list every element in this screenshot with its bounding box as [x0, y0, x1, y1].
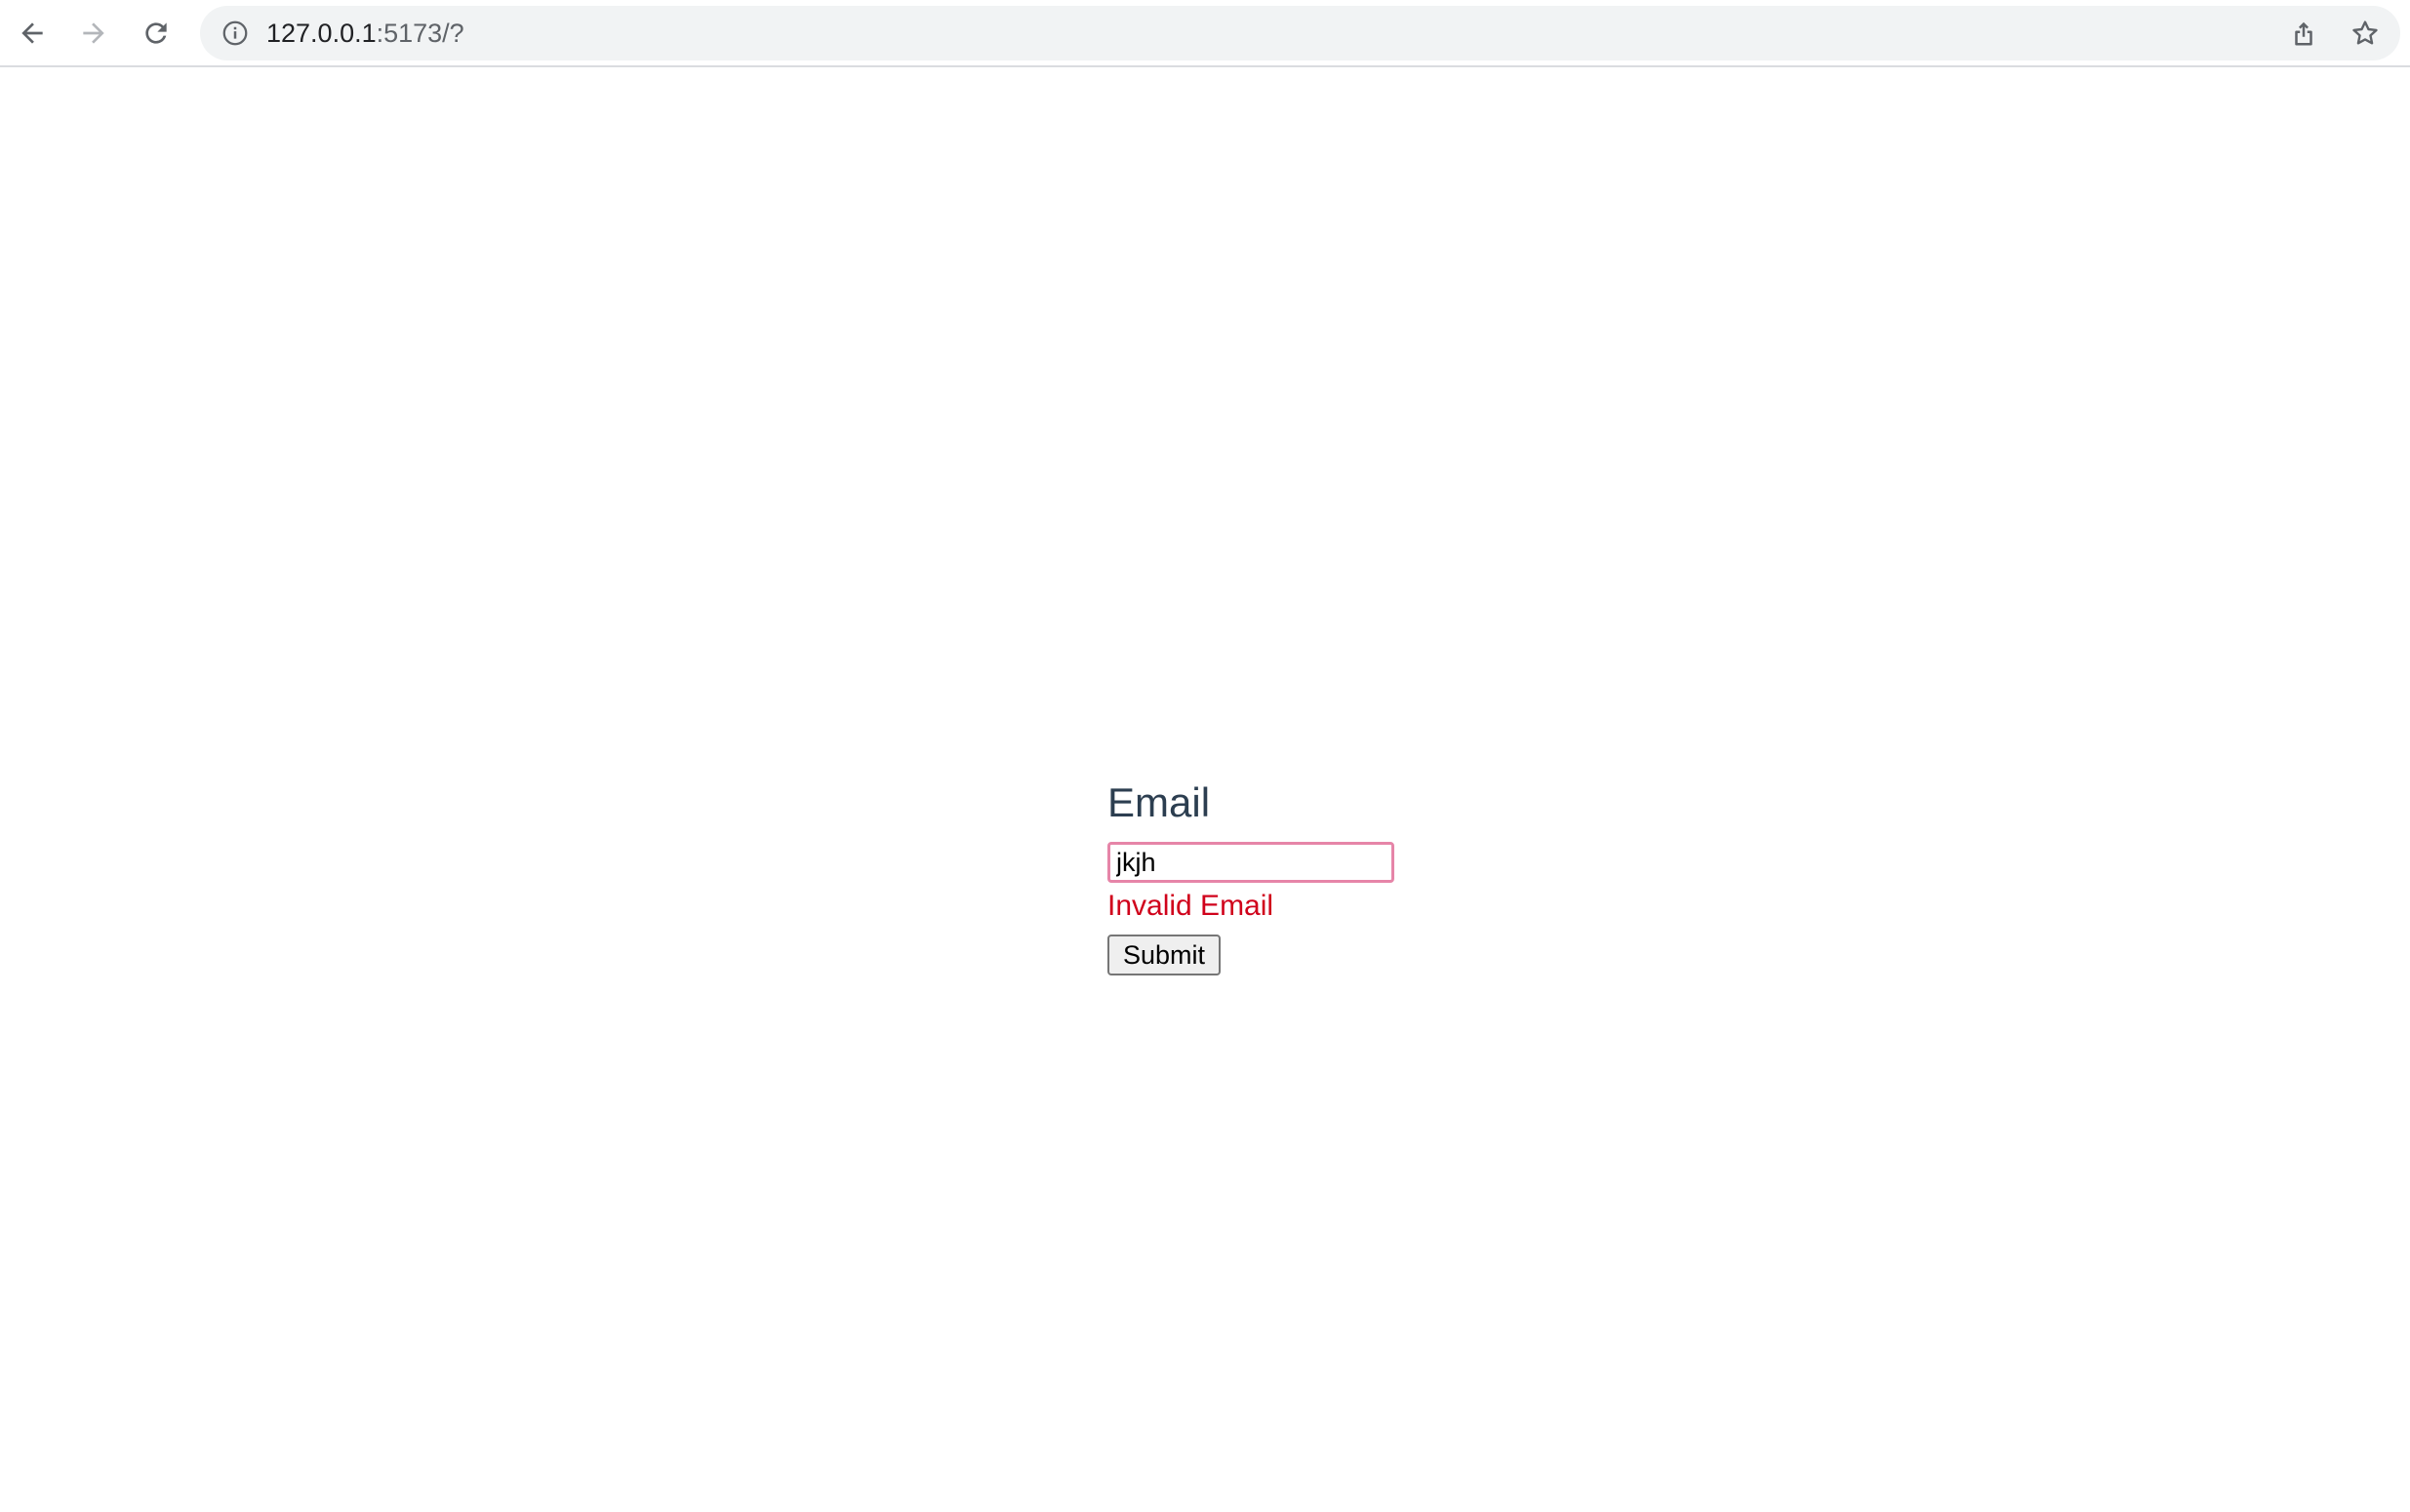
reload-icon — [145, 22, 167, 44]
back-arrow-icon — [21, 22, 43, 44]
forward-button[interactable] — [72, 12, 115, 55]
email-label: Email — [1107, 779, 1211, 825]
url-path: :5173/? — [376, 19, 464, 48]
forward-arrow-icon — [83, 22, 104, 44]
star-icon — [2352, 20, 2378, 45]
url-host: 127.0.0.1 — [266, 19, 377, 48]
url-text[interactable]: 127.0.0.1:5173/? — [266, 6, 464, 60]
submit-button[interactable]: Submit — [1107, 935, 1222, 975]
share-icon — [2295, 21, 2312, 46]
back-button[interactable] — [11, 12, 54, 55]
email-input[interactable] — [1107, 842, 1394, 883]
reload-button[interactable] — [135, 12, 178, 55]
share-button[interactable] — [2284, 14, 2323, 53]
bookmark-button[interactable] — [2346, 14, 2385, 53]
info-icon[interactable] — [220, 18, 251, 49]
error-message: Invalid Email — [1107, 890, 1274, 922]
address-bar[interactable]: 127.0.0.1:5173/? — [200, 6, 2400, 60]
browser-toolbar: 127.0.0.1:5173/? — [0, 0, 2410, 67]
